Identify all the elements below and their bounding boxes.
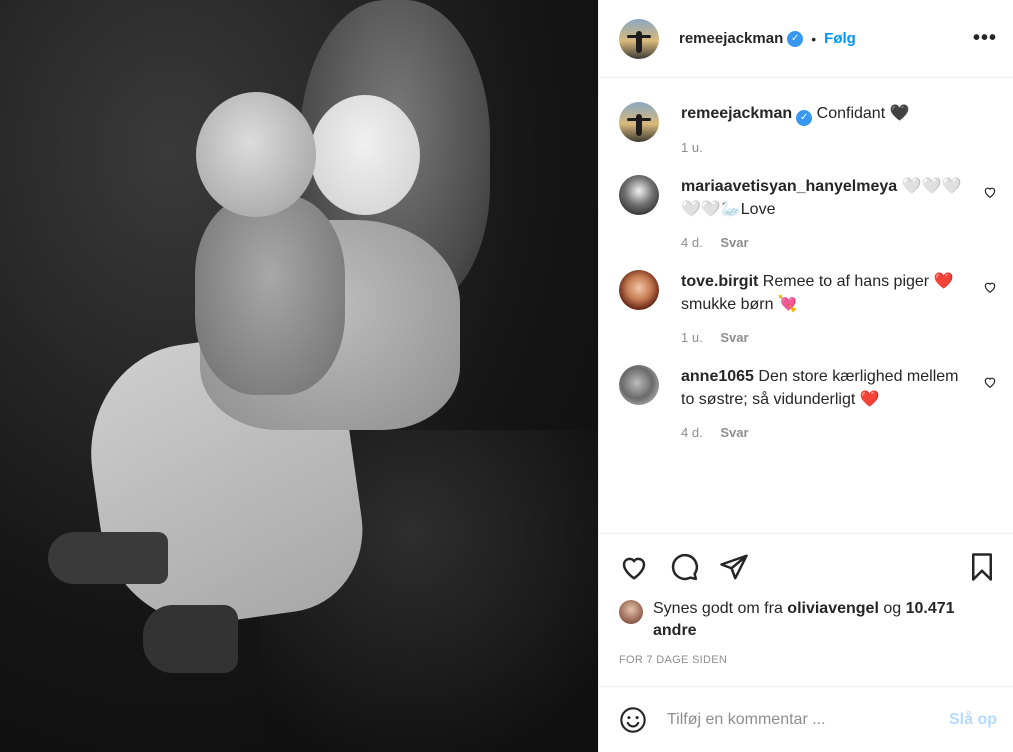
comments-list[interactable]: remeejackman ✓ Confidant 🖤 1 u. mariaavet… [599,78,1013,533]
comment-body: anne1065 Den store kærlighed mellem to s… [681,365,997,440]
smiley-icon[interactable] [619,706,647,734]
post-dialog: remeejackman ✓ • Følg ••• remeejackman ✓ … [0,0,1013,752]
liker-avatar[interactable] [619,600,643,624]
add-comment-input[interactable] [667,710,949,729]
verified-badge-icon: ✓ [787,30,804,47]
comment-body: mariaavetisyan_hanyelmeya 🤍🤍🤍🤍🤍🦢Love 4 d… [681,175,997,250]
comment-author[interactable]: tove.birgit [681,273,758,290]
photo-boot-left [48,532,168,584]
caption-meta: 1 u. [681,140,973,155]
caption: remeejackman ✓ Confidant 🖤 1 u. [619,102,997,155]
comment-text-line: tove.birgit Remee to af hans piger ❤️smu… [681,270,973,316]
caption-author-avatar[interactable] [619,102,659,142]
caption-text: Confidant 🖤 [816,105,910,122]
bookmark-icon[interactable] [967,552,997,582]
comment-like-heart-icon[interactable] [983,280,997,294]
comment-time[interactable]: 4 d. [681,425,703,440]
add-comment-bar: Slå op [599,686,1013,752]
author-avatar[interactable] [619,18,659,59]
comment-icon[interactable] [669,552,699,582]
avatar-figure [636,30,642,53]
photo-girl-face [310,95,420,215]
comment-meta: 1 u. Svar [681,330,973,345]
post-actions: Synes godt om fra oliviavengel og 10.471… [599,533,1013,666]
comment-item: tove.birgit Remee to af hans piger ❤️smu… [619,270,997,345]
comment-meta: 4 d. Svar [681,425,973,440]
reply-button[interactable]: Svar [720,425,748,440]
paper-plane-icon[interactable] [719,552,749,582]
comment-author[interactable]: anne1065 [681,368,754,385]
photo-baby-head [196,92,316,217]
comment-meta: 4 d. Svar [681,235,973,250]
likes-prefix: Synes godt om fra [653,600,783,617]
verified-badge-icon: ✓ [796,110,813,126]
comment-like-heart-icon[interactable] [983,375,997,389]
post-side-panel: remeejackman ✓ • Følg ••• remeejackman ✓ … [598,0,1013,752]
author-username[interactable]: remeejackman [679,30,783,47]
caption-author[interactable]: remeejackman [681,105,792,122]
caption-body: remeejackman ✓ Confidant 🖤 1 u. [681,102,997,155]
post-comment-button[interactable]: Slå op [949,711,997,729]
comment-item: anne1065 Den store kærlighed mellem to s… [619,365,997,440]
photo-boot-right [143,605,238,673]
caption-text-line: remeejackman ✓ Confidant 🖤 [681,102,973,126]
likes-summary: Synes godt om fra oliviavengel og 10.471… [619,598,997,642]
photo-baby-body [195,195,345,395]
comment-text-line: anne1065 Den store kærlighed mellem to s… [681,365,973,411]
likes-connector: og [883,600,902,617]
comment-body: tove.birgit Remee to af hans piger ❤️smu… [681,270,997,345]
comment-author[interactable]: mariaavetisyan_hanyelmeya [681,178,897,195]
comment-item: mariaavetisyan_hanyelmeya 🤍🤍🤍🤍🤍🦢Love 4 d… [619,175,997,250]
commenter-avatar[interactable] [619,175,659,215]
comment-time[interactable]: 1 u. [681,330,703,345]
commenter-avatar[interactable] [619,365,659,405]
avatar-figure [636,114,642,136]
reply-button[interactable]: Svar [720,330,748,345]
caption-time[interactable]: 1 u. [681,140,703,155]
more-options-icon[interactable]: ••• [973,27,997,50]
post-timestamp[interactable]: FOR 7 DAGE SIDEN [619,654,997,666]
header-separator: • [811,30,817,47]
follow-button[interactable]: Følg [824,30,856,47]
action-icons [619,550,997,584]
comment-like-heart-icon[interactable] [983,185,997,199]
liker-username[interactable]: oliviavengel [787,600,879,617]
post-photo[interactable] [0,0,598,752]
likes-text: Synes godt om fra oliviavengel og 10.471… [653,598,997,642]
comment-time[interactable]: 4 d. [681,235,703,250]
commenter-avatar[interactable] [619,270,659,310]
reply-button[interactable]: Svar [720,235,748,250]
post-header: remeejackman ✓ • Følg ••• [599,0,1013,78]
comment-text-line: mariaavetisyan_hanyelmeya 🤍🤍🤍🤍🤍🦢Love [681,175,973,221]
heart-icon[interactable] [619,552,649,582]
